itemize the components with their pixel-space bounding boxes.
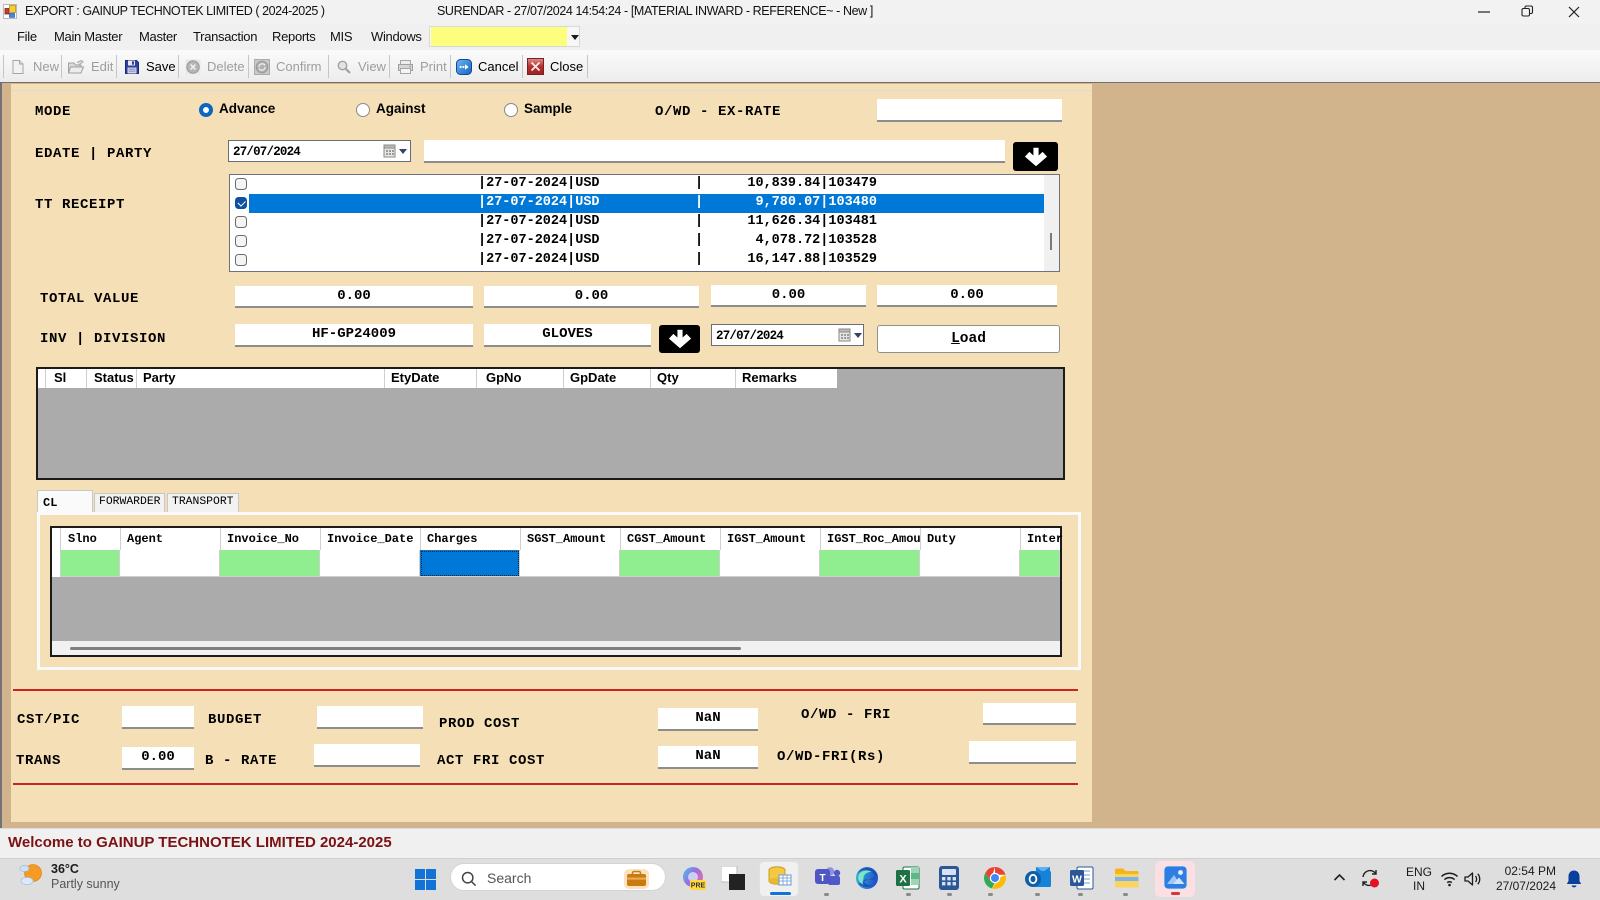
svg-text:W: W	[1072, 874, 1082, 886]
svg-text:T: T	[819, 873, 825, 884]
svg-text:PRE: PRE	[691, 883, 706, 890]
svg-text:X: X	[899, 874, 907, 886]
